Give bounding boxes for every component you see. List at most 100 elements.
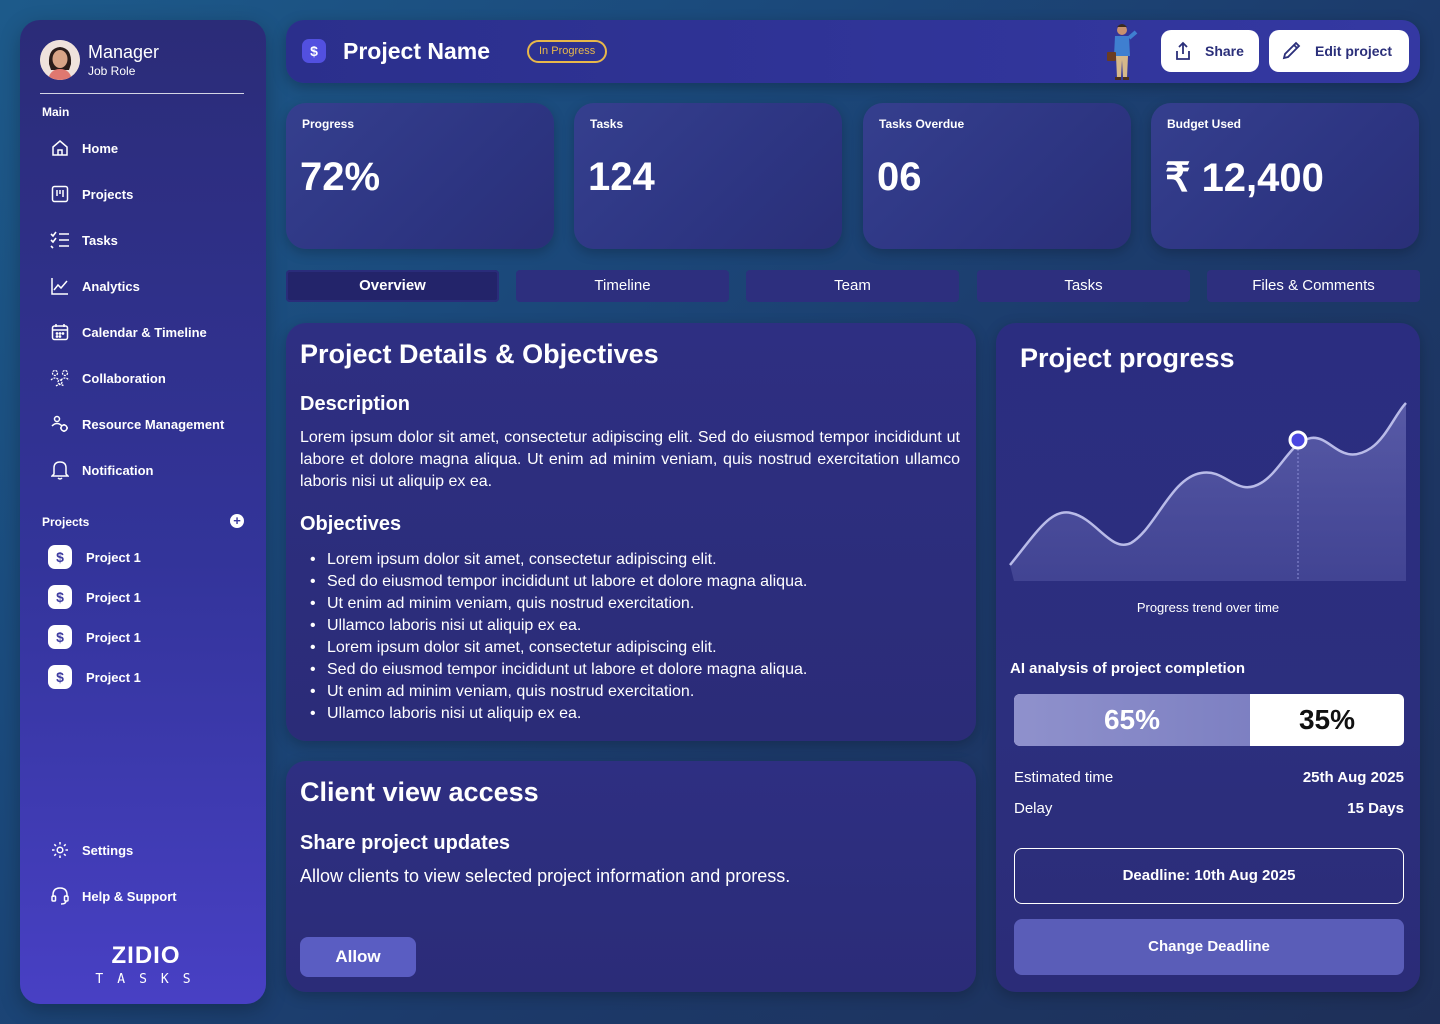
- main-section-label: Main: [42, 105, 70, 119]
- edit-project-label: Edit project: [1315, 43, 1393, 59]
- sidebar-item-collaboration[interactable]: Collaboration: [50, 363, 250, 393]
- tab-tasks[interactable]: Tasks: [977, 270, 1190, 302]
- sidebar-item-settings[interactable]: Settings: [50, 835, 250, 865]
- sidebar-project-item[interactable]: $ Project 1: [48, 663, 248, 691]
- share-button[interactable]: Share: [1161, 30, 1259, 72]
- analytics-icon: [50, 276, 70, 296]
- tab-timeline[interactable]: Timeline: [516, 270, 729, 302]
- client-subtitle: Share project updates: [300, 832, 511, 854]
- dollar-icon: $: [48, 625, 72, 649]
- objectives-heading: Objectives: [300, 513, 402, 535]
- list-item: Sed do eiusmod tempor incididunt ut labo…: [300, 659, 960, 681]
- stat-value: 124: [588, 155, 655, 199]
- trend-marker: [1288, 430, 1308, 450]
- sidebar-item-tasks[interactable]: Tasks: [50, 225, 250, 255]
- profile[interactable]: Manager Job Role: [40, 40, 244, 94]
- sidebar-item-label: Resource Management: [82, 416, 225, 432]
- sidebar-item-analytics[interactable]: Analytics: [50, 271, 250, 301]
- progress-title: Project progress: [1020, 343, 1235, 373]
- sidebar-project-label: Project 1: [86, 669, 141, 685]
- profile-name: Manager: [88, 42, 160, 62]
- list-item: Ullamco laboris nisi ut aliquip ex ea.: [300, 703, 960, 725]
- sidebar-item-label: Tasks: [82, 232, 118, 248]
- stat-label: Budget Used: [1167, 117, 1242, 131]
- projects-icon: [50, 184, 70, 204]
- avatar: [40, 40, 80, 80]
- sidebar-project-item[interactable]: $ Project 1: [48, 543, 248, 571]
- description-heading: Description: [300, 393, 411, 415]
- stat-label: Tasks: [590, 117, 624, 131]
- completed-segment: 65%: [1014, 694, 1250, 746]
- sidebar-project-item[interactable]: $ Project 1: [48, 623, 248, 651]
- dollar-icon: $: [302, 39, 326, 63]
- sidebar-item-resource-management[interactable]: Resource Management: [50, 409, 250, 439]
- share-icon: [1176, 41, 1190, 60]
- sidebar-item-label: Projects: [82, 186, 134, 202]
- tab-overview[interactable]: Overview: [286, 270, 499, 302]
- sidebar: Manager Job Role Main Home Projects Task…: [20, 20, 266, 1004]
- sidebar-item-home[interactable]: Home: [50, 133, 250, 163]
- stat-card-tasks: Tasks 124: [574, 103, 842, 249]
- dollar-icon: $: [48, 665, 72, 689]
- sidebar-item-label: Home: [82, 140, 119, 156]
- headset-icon: [50, 886, 70, 906]
- sidebar-project-item[interactable]: $ Project 1: [48, 583, 248, 611]
- sidebar-item-label: Collaboration: [82, 370, 166, 386]
- deadline-display: Deadline: 10th Aug 2025: [1014, 848, 1404, 904]
- logo-main: ZIDIO: [111, 942, 181, 969]
- completion-split-bar: 65% 35%: [1014, 694, 1404, 746]
- change-deadline-button[interactable]: Change Deadline: [1014, 919, 1404, 975]
- client-access-panel: Client view access Share project updates…: [286, 761, 976, 992]
- tab-team[interactable]: Team: [746, 270, 959, 302]
- sidebar-item-label: Help & Support: [82, 888, 177, 904]
- share-button-label: Share: [1205, 43, 1244, 59]
- project-details-panel: Project Details & Objectives Description…: [286, 323, 976, 741]
- sidebar-item-projects[interactable]: Projects: [50, 179, 250, 209]
- objectives-list: Lorem ipsum dolor sit amet, consectetur …: [300, 549, 960, 725]
- projects-section-label: Projects: [42, 515, 90, 529]
- sidebar-item-label: Settings: [82, 842, 134, 858]
- stat-card-overdue: Tasks Overdue 06: [863, 103, 1131, 249]
- estimated-time-value: 25th Aug 2025: [1302, 769, 1404, 786]
- add-project-icon[interactable]: +: [230, 514, 244, 528]
- calendar-icon: [50, 322, 70, 342]
- profile-role: Job Role: [88, 64, 136, 78]
- tasks-icon: [50, 230, 70, 250]
- stat-label: Tasks Overdue: [879, 117, 965, 131]
- sidebar-project-label: Project 1: [86, 629, 141, 645]
- resource-icon: [50, 414, 70, 434]
- delay-row: Delay 15 Days: [1014, 800, 1404, 817]
- edit-project-button[interactable]: Edit project: [1269, 30, 1409, 72]
- sidebar-item-calendar[interactable]: Calendar & Timeline: [50, 317, 250, 347]
- sidebar-item-notification[interactable]: Notification: [50, 455, 250, 485]
- stat-card-progress: Progress 72%: [286, 103, 554, 249]
- list-item: Ut enim ad minim veniam, quis nostrud ex…: [300, 593, 960, 615]
- collaboration-icon: [50, 368, 70, 388]
- stat-value: 72%: [300, 155, 381, 199]
- allow-button[interactable]: Allow: [300, 937, 416, 977]
- sidebar-item-label: Notification: [82, 462, 154, 478]
- project-progress-panel: Project progress Progress trend over tim…: [996, 323, 1420, 992]
- list-item: Ullamco laboris nisi ut aliquip ex ea.: [300, 615, 960, 637]
- bell-icon: [50, 460, 70, 480]
- client-title: Client view access: [300, 777, 539, 807]
- details-title: Project Details & Objectives: [300, 339, 659, 369]
- sidebar-project-label: Project 1: [86, 589, 141, 605]
- estimated-time-label: Estimated time: [1014, 769, 1114, 786]
- progress-trend-chart: [1009, 402, 1407, 581]
- logo-sub: TASKS: [95, 972, 205, 987]
- list-item: Ut enim ad minim veniam, quis nostrud ex…: [300, 681, 960, 703]
- tab-files-comments[interactable]: Files & Comments: [1207, 270, 1420, 302]
- ai-analysis-label: AI analysis of project completion: [1010, 660, 1246, 677]
- dollar-icon: $: [48, 545, 72, 569]
- home-icon: [50, 138, 70, 158]
- page-title: Project Name: [343, 38, 491, 64]
- project-header: $ Project Name In Progress Share Edit pr…: [286, 20, 1420, 83]
- client-text: Allow clients to view selected project i…: [300, 866, 791, 886]
- businessman-illustration-icon: [1100, 22, 1140, 82]
- pencil-icon: [1282, 41, 1301, 60]
- sidebar-item-help[interactable]: Help & Support: [50, 881, 250, 911]
- chart-caption: Progress trend over time: [1136, 600, 1280, 615]
- status-badge: In Progress: [527, 40, 608, 63]
- stat-label: Progress: [302, 117, 355, 131]
